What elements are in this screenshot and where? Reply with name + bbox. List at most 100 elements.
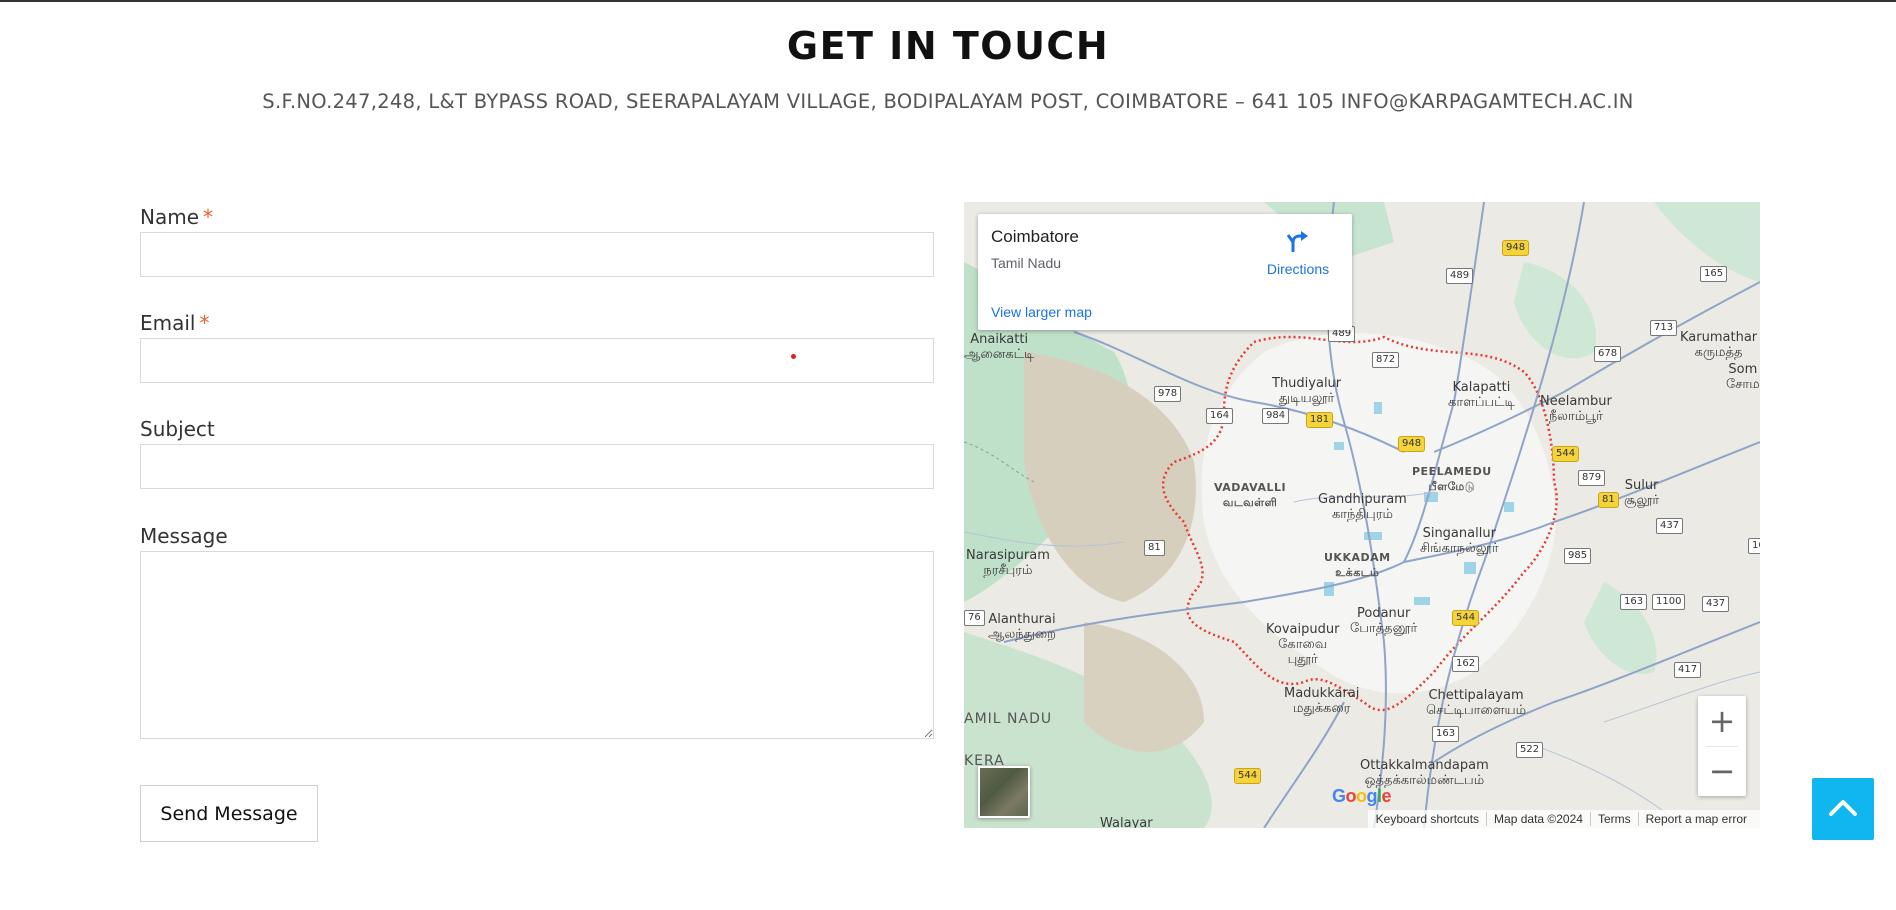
label-ta: நரசீபுரம் — [983, 563, 1033, 578]
label-en: Thudiyalur — [1272, 376, 1342, 391]
label-en: PEELAMEDU — [1412, 465, 1492, 478]
map-label-vadavalli: VADAVALLI வடவள்ளி — [1214, 480, 1286, 510]
road-shield: 984 — [1262, 408, 1290, 424]
label-ta: சோம — [1726, 377, 1760, 392]
label-ta: புதூர் — [1287, 652, 1318, 667]
place-info-card: Coimbatore Tamil Nadu View larger map Di… — [978, 214, 1352, 330]
label-en: Sulur — [1624, 478, 1659, 493]
subject-label: Subject — [140, 417, 215, 441]
map-label-podanur: Podanur போத்தனூர் — [1350, 606, 1417, 636]
label-ta: சூலூர் — [1624, 493, 1660, 508]
state-shield: 163 — [1432, 726, 1460, 742]
send-message-button[interactable]: Send Message — [140, 785, 318, 842]
email-label-text: Email — [140, 311, 196, 335]
map-label-somanur: Som சோம — [1726, 362, 1760, 392]
label-ta: போத்தனூர் — [1350, 621, 1418, 636]
chevron-up-icon — [1829, 800, 1857, 816]
map-label-gandhipuram: Gandhipuram காந்திபுரம் — [1318, 492, 1407, 522]
map-attribution: Keyboard shortcuts Map data ©2024 Terms Rep… — [1367, 810, 1760, 828]
message-field[interactable] — [140, 551, 934, 739]
highway-shield: 81 — [1598, 492, 1619, 508]
label-en: VADAVALLI — [1214, 481, 1287, 494]
view-larger-map-link[interactable]: View larger map — [991, 304, 1092, 320]
contact-address: S.F.NO.247,248, L&T BYPASS ROAD, SEERAPA… — [262, 90, 1634, 113]
map-label-ottakkalmandapam: Ottakkalmandapam ஒத்தக்கால்மண்டபம் — [1360, 758, 1489, 788]
label-ta: மதுக்கரை — [1293, 701, 1351, 716]
road-shield: 437 — [1656, 518, 1684, 534]
map-label-ukkadam: UKKADAM உக்கடம் — [1324, 550, 1391, 580]
highway-shield: 544 — [1234, 768, 1262, 784]
road-shield: 417 — [1674, 662, 1702, 678]
map-label-neelambur: Neelambur நீலாம்பூர் — [1540, 394, 1612, 424]
map-label-walayar: Walayar — [1100, 816, 1153, 828]
label-en: Madukkarai — [1284, 686, 1360, 701]
top-border — [0, 0, 1896, 2]
label-en: Kalapatti — [1452, 380, 1511, 395]
label-en: Karumathar — [1680, 330, 1758, 345]
email-field[interactable] — [140, 338, 934, 383]
google-logo: Google — [1332, 786, 1392, 806]
name-field[interactable] — [140, 232, 934, 277]
label-ta: ஆலந்துறை — [988, 627, 1056, 642]
email-label: Email * — [140, 311, 210, 335]
map-label-tamil-nadu: AMIL NADU — [964, 711, 1053, 727]
map-label-alanthurai: Alanthurai ஆலந்துறை — [988, 612, 1056, 642]
road-shield: 522 — [1516, 742, 1544, 758]
label-ta: பீளமேடு — [1428, 480, 1476, 493]
name-label-text: Name — [140, 205, 200, 229]
zoom-in-button[interactable]: + — [1698, 696, 1746, 746]
road-shield: 713 — [1650, 320, 1678, 336]
state-shield: 163 — [1620, 594, 1648, 610]
road-shield: 81 — [1144, 540, 1165, 556]
road-shield: 437 — [1702, 596, 1730, 612]
satellite-toggle[interactable] — [978, 766, 1030, 818]
label-en: UKKADAM — [1324, 551, 1391, 564]
label-ta: காந்திபுரம் — [1331, 507, 1393, 522]
keyboard-shortcuts-link[interactable]: Keyboard shortcuts — [1374, 812, 1486, 826]
embedded-map[interactable]: Anaikatti ஆனைகட்டி Thudiyalur துடியலூர் Ka… — [964, 202, 1760, 828]
map-label-kalapatti: Kalapatti காளப்பட்டி — [1448, 380, 1515, 410]
road-shield: 678 — [1594, 346, 1622, 362]
road-shield: 489 — [1446, 268, 1474, 284]
directions-button[interactable]: Directions — [1260, 228, 1336, 277]
map-label-narasipuram: Narasipuram நரசீபுரம் — [966, 548, 1050, 578]
map-label-thudiyalur: Thudiyalur துடியலூர் — [1272, 376, 1341, 406]
road-shield: 872 — [1372, 352, 1400, 368]
page-title: GET IN TOUCH — [786, 24, 1110, 68]
directions-label: Directions — [1266, 261, 1330, 277]
validation-dot — [791, 354, 796, 359]
road-shield: 76 — [964, 610, 985, 626]
subject-field[interactable] — [140, 444, 934, 489]
map-label-sulur: Sulur சூலூர் — [1624, 478, 1659, 508]
directions-icon — [1286, 231, 1308, 252]
highway-shield: 544 — [1552, 446, 1580, 462]
state-shield: 165 — [1700, 266, 1728, 282]
label-en: Singanallur — [1422, 526, 1496, 541]
scroll-to-top-button[interactable] — [1812, 778, 1874, 840]
message-label: Message — [140, 524, 228, 548]
map-label-madukkarai: Madukkarai மதுக்கரை — [1284, 686, 1359, 716]
label-ta: கருமத்த — [1694, 345, 1743, 360]
state-shield: 16 — [1748, 538, 1760, 554]
map-label-chettipalayam: Chettipalayam செட்டிபாளையம் — [1426, 688, 1526, 718]
road-shield: 978 — [1154, 386, 1182, 402]
label-ta: துடியலூர் — [1278, 391, 1335, 406]
label-ta: கோவை — [1278, 637, 1328, 652]
label-en: Kovaipudur — [1266, 622, 1340, 637]
label-en: Neelambur — [1540, 394, 1612, 409]
terms-link[interactable]: Terms — [1589, 812, 1638, 826]
report-map-error-link[interactable]: Report a map error — [1637, 812, 1754, 826]
label-ta: செட்டிபாளையம் — [1426, 703, 1527, 718]
label-en: Anaikatti — [970, 332, 1029, 347]
zoom-out-button[interactable]: − — [1698, 746, 1746, 796]
state-shield: 164 — [1206, 408, 1234, 424]
highway-shield: 948 — [1502, 240, 1530, 256]
map-data-text: Map data ©2024 — [1486, 812, 1590, 826]
label-ta: நீலாம்பூர் — [1548, 409, 1603, 424]
map-label-karumathampatti: Karumathar கருமத்த — [1680, 330, 1757, 360]
label-ta: காளப்பட்டி — [1448, 395, 1515, 410]
label-en: Som — [1728, 362, 1758, 377]
road-shield: 985 — [1564, 548, 1592, 564]
label-en: Podanur — [1356, 606, 1411, 621]
highway-shield: 544 — [1452, 610, 1480, 626]
